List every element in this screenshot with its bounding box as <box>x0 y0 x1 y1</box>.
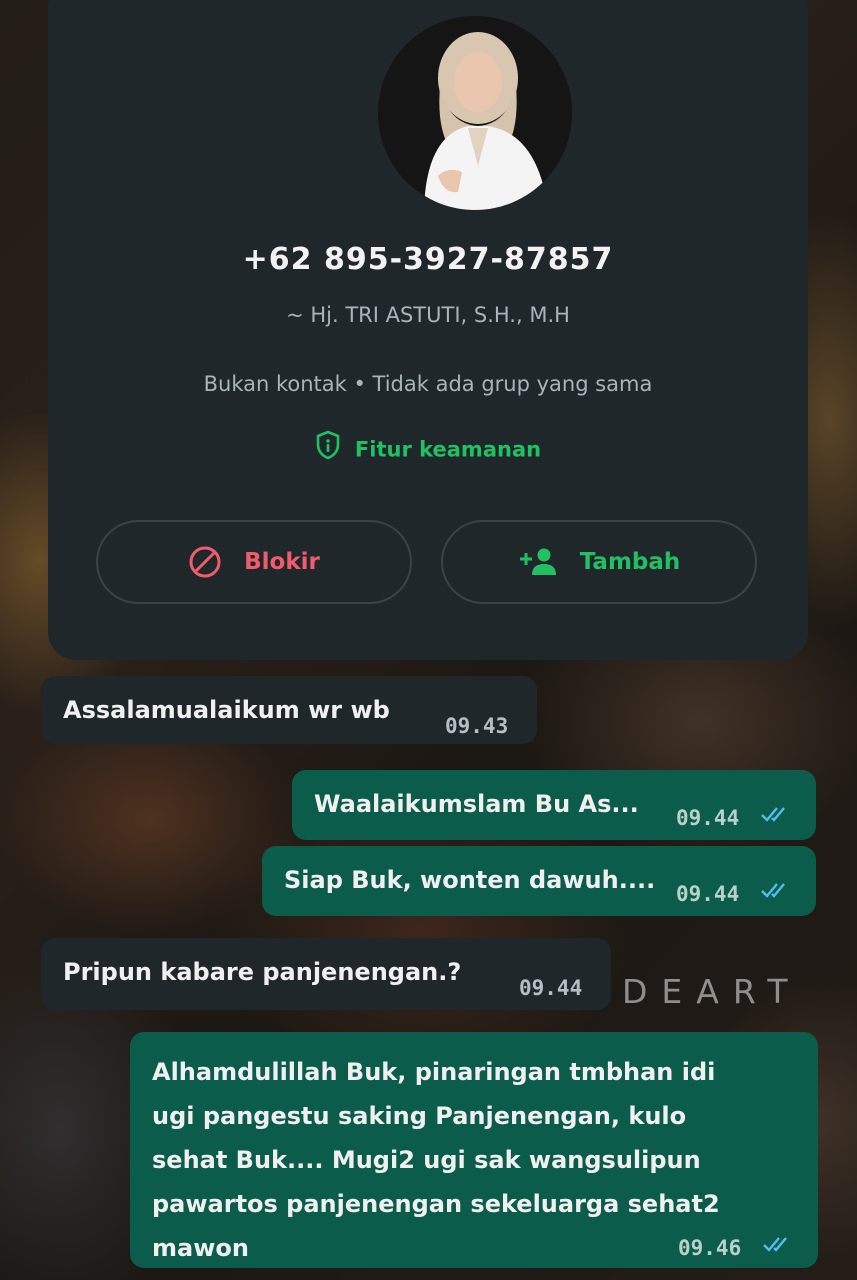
read-receipt-icon <box>761 807 785 822</box>
read-receipt-icon <box>763 1237 787 1252</box>
unknown-contact-card: +62 895-3927-87857 ~ Hj. TRI ASTUTI, S.H… <box>48 0 808 660</box>
add-person-icon <box>518 547 558 577</box>
message-time: 09.43 <box>445 714 509 738</box>
contact-phone-number: +62 895-3927-87857 <box>242 242 614 277</box>
contact-push-name: ~ Hj. TRI ASTUTI, S.H., M.H <box>286 303 570 327</box>
message-time: 09.44 <box>676 806 740 830</box>
block-button[interactable]: Blokir <box>96 520 412 604</box>
block-icon <box>188 545 222 579</box>
message-outgoing[interactable]: Siap Buk, wonten dawuh.... 09.44 <box>262 846 816 916</box>
message-time: 09.44 <box>519 976 583 1000</box>
read-receipt-icon <box>761 883 785 898</box>
contact-relation-status: Bukan kontak • Tidak ada grup yang sama <box>203 372 653 396</box>
message-line: pawartos panjenengan sekeluarga sehat2 <box>152 1190 720 1218</box>
security-features-label: Fitur keamanan <box>354 437 542 462</box>
message-text: Pripun kabare panjenengan.? <box>63 958 462 986</box>
security-features-link[interactable]: Fitur keamanan <box>48 430 808 468</box>
message-line: sehat Buk.... Mugi2 ugi sak wangsulipun <box>152 1146 701 1174</box>
message-incoming[interactable]: Pripun kabare panjenengan.? 09.44 <box>41 938 611 1010</box>
message-line: Alhamdulillah Buk, pinaringan tmbhan idi <box>152 1058 716 1086</box>
wallpaper-watermark: DEART <box>622 972 802 1011</box>
contact-avatar[interactable] <box>378 16 572 210</box>
message-time: 09.46 <box>678 1236 742 1260</box>
message-outgoing[interactable]: Alhamdulillah Buk, pinaringan tmbhan idi… <box>130 1032 818 1268</box>
message-incoming[interactable]: Assalamualaikum wr wb 09.43 <box>41 676 537 744</box>
avatar-photo <box>378 16 572 210</box>
block-button-label: Blokir <box>244 549 320 575</box>
message-outgoing[interactable]: Waalaikumslam Bu As... 09.44 <box>292 770 816 840</box>
add-contact-button-label: Tambah <box>579 549 681 575</box>
message-time: 09.44 <box>676 882 740 906</box>
add-contact-button[interactable]: Tambah <box>441 520 757 604</box>
message-line: ugi pangestu saking Panjenengan, kulo <box>152 1102 687 1130</box>
message-text: Assalamualaikum wr wb <box>63 696 390 724</box>
message-text: Waalaikumslam Bu As... <box>314 790 639 818</box>
message-text: Siap Buk, wonten dawuh.... <box>284 866 656 894</box>
shield-icon <box>315 430 341 465</box>
